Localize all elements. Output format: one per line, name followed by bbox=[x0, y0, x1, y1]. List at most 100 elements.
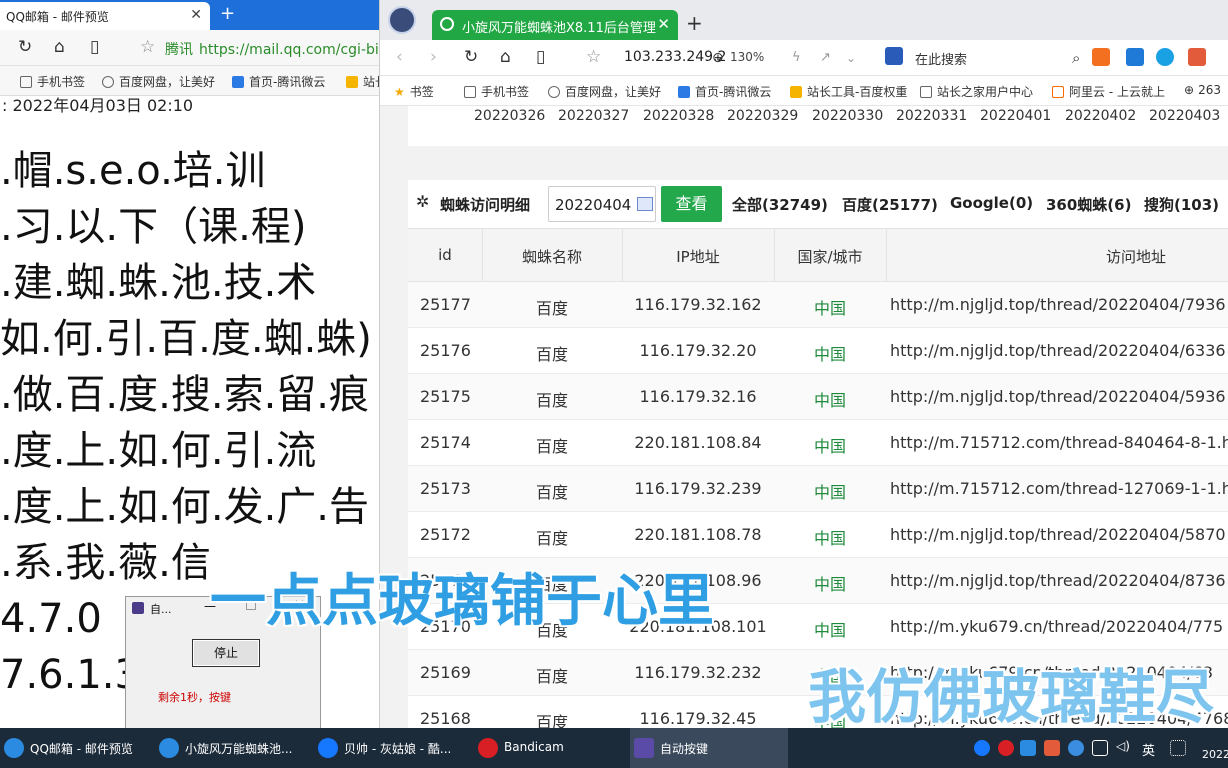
bookmark-item[interactable]: 站长之家用户中心 bbox=[920, 83, 1033, 100]
chevron-down-icon[interactable]: ⌄ bbox=[846, 51, 856, 65]
weiyun-icon bbox=[232, 76, 244, 88]
cell-url[interactable]: http://m.yku679.cn/thread/20220404/775 bbox=[890, 617, 1223, 636]
keyboard-icon[interactable] bbox=[1170, 740, 1186, 756]
search-box[interactable]: 在此搜索 bbox=[885, 44, 1065, 70]
cell-spider-name: 百度 bbox=[535, 667, 568, 686]
address-bar[interactable]: 腾讯 https://mail.qq.com/cgi-bi bbox=[165, 39, 379, 59]
input-language[interactable]: 英 bbox=[1142, 740, 1155, 759]
app-tray-icon[interactable] bbox=[1044, 740, 1060, 756]
volume-icon[interactable]: ◁) bbox=[1116, 739, 1132, 755]
taskbar-item-kugou[interactable]: 贝帅 - 灰姑娘 - 酷... bbox=[314, 728, 469, 768]
new-tab-icon[interactable]: + bbox=[220, 3, 235, 24]
column-header-ip: IP地址 bbox=[676, 248, 720, 266]
calendar-icon[interactable] bbox=[637, 197, 653, 211]
table-row: 25176 百度 116.179.32.20 中国 http://m.njglj… bbox=[408, 328, 1228, 374]
bookmark-item[interactable]: ⊕ 263 bbox=[1184, 83, 1221, 97]
reader-icon[interactable]: ▯ bbox=[90, 37, 99, 57]
taskbar-item-qqmail[interactable]: QQ邮箱 - 邮件预览 bbox=[0, 728, 150, 768]
cell-url[interactable]: http://m.njgljd.top/thread/20220404/6336 bbox=[890, 341, 1226, 360]
date-tab[interactable]: 20220401 bbox=[980, 108, 1051, 124]
gear-icon: ✲ bbox=[416, 192, 430, 211]
cell-country: 中国 bbox=[813, 391, 846, 410]
date-tab[interactable]: 20220330 bbox=[812, 108, 883, 124]
close-icon[interactable]: ✕ bbox=[190, 7, 202, 23]
kugou-tray-icon[interactable] bbox=[974, 740, 990, 756]
cell-url[interactable]: http://m.715712.com/thread-127069-1-1.h bbox=[890, 479, 1228, 498]
cell-url[interactable]: http://m.njgljd.top/thread/20220404/7936 bbox=[890, 295, 1226, 314]
network-tray-icon[interactable] bbox=[1020, 740, 1036, 756]
right-browser-tab[interactable]: 小旋风万能蜘蛛池X8.11后台管理 ✕ bbox=[432, 10, 678, 40]
bookmark-item[interactable]: 阿里云 - 上云就上 bbox=[1052, 83, 1165, 100]
query-button[interactable]: 查看 bbox=[661, 186, 722, 222]
taskbar-item-autokey[interactable]: 自动按键 bbox=[630, 728, 788, 768]
taskbar-item-bandicam[interactable]: Bandicam bbox=[474, 728, 624, 768]
cell-url[interactable]: http://m.njgljd.top/thread/20220404/8736 bbox=[890, 571, 1226, 590]
new-tab-icon[interactable]: + bbox=[686, 11, 703, 35]
date-tab[interactable]: 20220327 bbox=[558, 108, 629, 124]
bookmark-item[interactable]: 站长工具-百度权重 bbox=[790, 83, 907, 100]
chat-tray-icon[interactable] bbox=[1068, 740, 1084, 756]
cell-country: 中国 bbox=[813, 437, 846, 456]
date-input[interactable]: 20220404 bbox=[548, 186, 656, 222]
stat-360[interactable]: 360蜘蛛(6) bbox=[1046, 194, 1131, 215]
flash-icon[interactable]: ϟ bbox=[792, 50, 801, 65]
stat-baidu[interactable]: 百度(25177) bbox=[842, 194, 938, 215]
star-icon[interactable]: ☆ bbox=[586, 47, 601, 67]
bookmark-item[interactable]: 站长 bbox=[346, 73, 379, 90]
avatar[interactable] bbox=[388, 6, 416, 34]
extension-icon[interactable] bbox=[1126, 48, 1144, 66]
extension-icon[interactable] bbox=[1092, 48, 1110, 66]
search-icon[interactable]: ⌕ bbox=[1072, 49, 1080, 67]
forward-icon[interactable]: › bbox=[430, 47, 437, 67]
bookmark-item[interactable]: 百度网盘，让美好 bbox=[548, 83, 661, 100]
date-tab[interactable]: 20220331 bbox=[896, 108, 967, 124]
bookmark-item[interactable]: 百度网盘，让美好 bbox=[102, 73, 215, 90]
date-tab[interactable]: 20220328 bbox=[643, 108, 714, 124]
home-icon[interactable]: ⌂ bbox=[54, 37, 65, 57]
cell-id: 25169 bbox=[420, 663, 471, 682]
home-icon[interactable]: ⌂ bbox=[500, 47, 511, 67]
refresh-icon[interactable]: ↻ bbox=[18, 37, 32, 57]
app-icon bbox=[132, 602, 144, 614]
star-icon[interactable]: ☆ bbox=[140, 37, 155, 57]
bookmark-item[interactable]: 手机书签 bbox=[20, 73, 85, 90]
bookmark-item[interactable]: ★ 书签 bbox=[394, 83, 434, 100]
cell-url[interactable]: http://m.715712.com/thread-840464-8-1.h bbox=[890, 433, 1228, 452]
refresh-icon[interactable]: ↻ bbox=[464, 47, 478, 67]
stop-button[interactable]: 停止 bbox=[192, 639, 260, 667]
cell-id: 25174 bbox=[420, 433, 471, 452]
cell-country: 中国 bbox=[813, 529, 846, 548]
zoom-level[interactable]: 130% bbox=[730, 50, 764, 64]
bookmark-item[interactable]: 首页-腾讯微云 bbox=[232, 73, 325, 90]
bookmark-item[interactable]: 手机书签 bbox=[464, 83, 529, 100]
close-icon[interactable]: ✕ bbox=[657, 15, 670, 33]
stat-all[interactable]: 全部(32749) bbox=[732, 194, 828, 215]
cell-url[interactable]: http://m.njgljd.top/thread/20220404/5870 bbox=[890, 525, 1226, 544]
taskbar-item-spider-pool[interactable]: 小旋风万能蜘蛛池... bbox=[155, 728, 310, 768]
app-icon bbox=[634, 738, 654, 758]
clock[interactable]: 2022 bbox=[1202, 748, 1228, 761]
left-browser-tab[interactable]: QQ邮箱 - 邮件预览 ✕ bbox=[0, 2, 210, 30]
record-tray-icon[interactable] bbox=[998, 740, 1014, 756]
bookmark-item[interactable]: 首页-腾讯微云 bbox=[678, 83, 771, 100]
date-tab[interactable]: 20220326 bbox=[474, 108, 545, 124]
back-icon[interactable]: ‹ bbox=[396, 47, 403, 67]
date-tab[interactable]: 20220402 bbox=[1065, 108, 1136, 124]
stat-sogou[interactable]: 搜狗(103) bbox=[1144, 194, 1219, 215]
site-icon bbox=[790, 86, 802, 98]
email-line: .帽.s.e.o.培.训 bbox=[0, 148, 266, 194]
email-line: 如.何.引.百.度.蜘.蛛) bbox=[0, 316, 372, 362]
extension-icon[interactable] bbox=[1156, 48, 1174, 66]
cell-url[interactable]: http://m.njgljd.top/thread/20220404/5936 bbox=[890, 387, 1226, 406]
stat-google[interactable]: Google(0) bbox=[950, 194, 1033, 212]
display-tray-icon[interactable] bbox=[1092, 740, 1108, 756]
reader-icon[interactable]: ▯ bbox=[536, 47, 545, 67]
cell-country: 中国 bbox=[813, 299, 846, 318]
date-tab[interactable]: 20220403 bbox=[1149, 108, 1220, 124]
translate-icon[interactable] bbox=[1188, 48, 1206, 66]
cell-spider-name: 百度 bbox=[535, 345, 568, 364]
subtitle-line-2: 我仿佛玻璃鞋尽 bbox=[808, 663, 1215, 731]
share-icon[interactable]: ↗ bbox=[820, 50, 831, 65]
cell-country: 中国 bbox=[813, 483, 846, 502]
date-tab[interactable]: 20220329 bbox=[727, 108, 798, 124]
